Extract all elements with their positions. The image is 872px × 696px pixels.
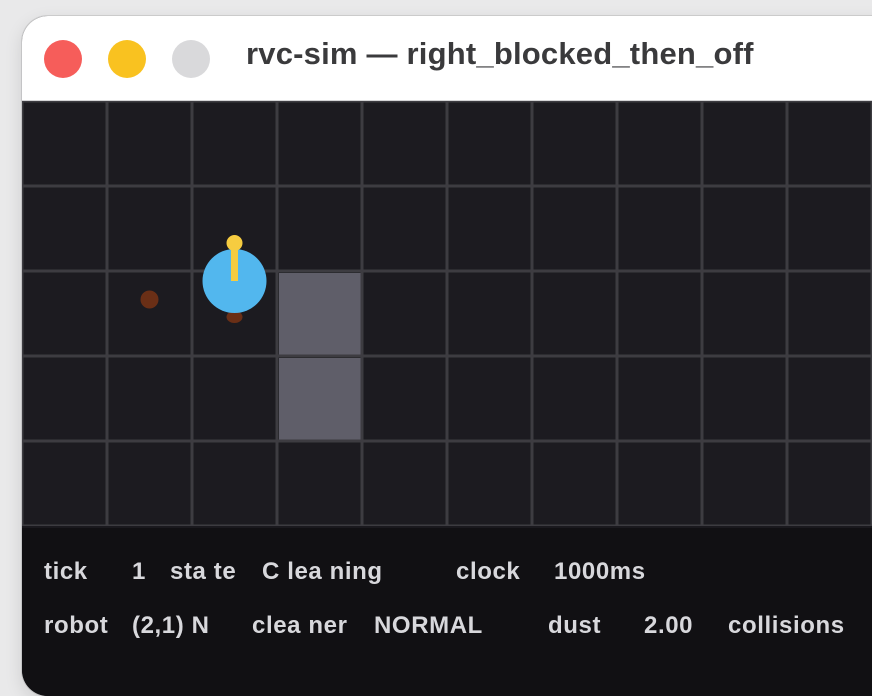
- dust-label: dust: [548, 612, 602, 639]
- obstacle-cell: [279, 358, 362, 441]
- robot-heading-tip: [226, 235, 243, 251]
- cleaner-value: NORMAL: [374, 612, 483, 639]
- app-window: rvc-sim — right_blocked_then_off tick 1 …: [22, 16, 872, 696]
- collisions-label: collisions: [728, 612, 845, 639]
- state-value: C lea ning: [262, 558, 383, 585]
- close-window-button[interactable]: [44, 40, 82, 78]
- tick-label: tick: [44, 558, 88, 585]
- robot-label: robot: [44, 612, 109, 639]
- dust-spot: [140, 290, 159, 309]
- cleaner-label: clea ner: [252, 612, 348, 639]
- clock-value: 1000ms: [554, 558, 646, 585]
- dust-value: 2.00: [644, 612, 694, 639]
- status-panel: tick 1 sta te C lea ning clock 1000ms ro…: [22, 528, 872, 696]
- obstacle-cell: [279, 273, 362, 356]
- grid-map: [22, 101, 872, 526]
- simulation-canvas: [22, 101, 872, 526]
- tick-value: 1: [132, 558, 146, 585]
- state-label: sta te: [170, 558, 237, 585]
- robot-value: (2,1) N: [132, 612, 210, 639]
- clock-label: clock: [456, 558, 521, 585]
- window-title: rvc-sim — right_blocked_then_off: [246, 36, 754, 71]
- title-bar[interactable]: rvc-sim — right_blocked_then_off: [22, 16, 872, 101]
- minimize-window-button[interactable]: [108, 40, 146, 78]
- maximize-window-button[interactable]: [172, 40, 210, 78]
